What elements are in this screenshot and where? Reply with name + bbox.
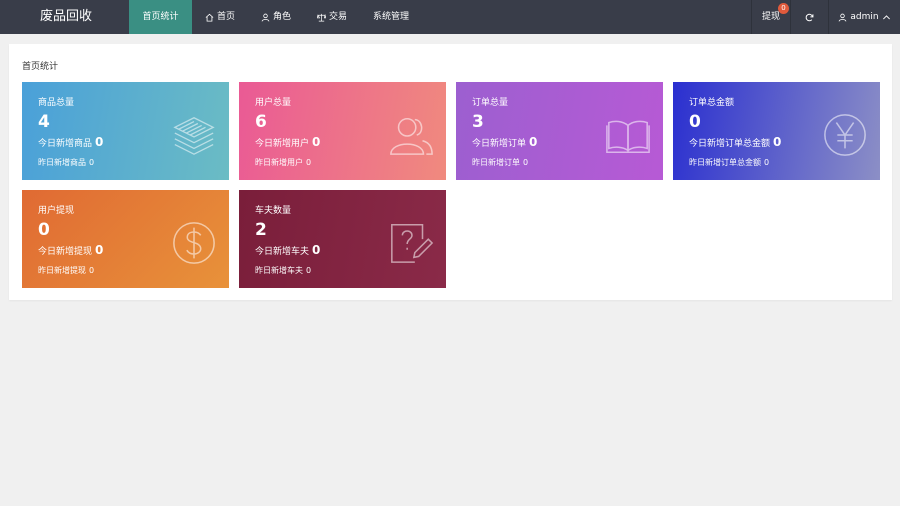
card-yesterday: 昨日新增提现 0 [38,265,94,276]
chevron-up-icon [882,13,891,22]
top-bar: 废品回收 首页统计 首页 角色 交易 系统管理 提现 0 admin [0,0,900,34]
nav-item-roles[interactable]: 角色 [248,0,304,34]
question-edit-icon [388,220,434,266]
card-today-value: 0 [773,135,782,149]
dollar-icon [171,220,217,266]
card-yesterday-label: 昨日新增提现 [38,266,86,275]
nav-item-system[interactable]: 系统管理 [360,0,422,34]
card-today: 今日新增提现 0 [38,243,103,257]
app-brand: 废品回收 [40,9,93,24]
card-value: 4 [38,112,50,132]
home-icon [205,13,214,22]
card-value: 0 [689,112,701,132]
card-today-label: 今日新增提现 [38,247,93,257]
card-yesterday: 昨日新增车夫 0 [255,265,311,276]
card-yesterday: 昨日新增订单总金额 0 [689,157,769,168]
stat-card-users[interactable]: 用户总量 6 今日新增用户 0 昨日新增用户 0 [239,82,446,180]
header-tools: 提现 0 admin [751,0,900,34]
nav-item-trade[interactable]: 交易 [304,0,360,34]
stat-card-orders[interactable]: 订单总量 3 今日新增订单 0 昨日新增订单 0 [456,82,663,180]
card-today-label: 今日新增订单总金额 [689,139,771,149]
nav-item-label: 角色 [273,12,292,22]
card-today-value: 0 [95,135,104,149]
withdraw-badge: 0 [778,3,789,14]
card-yesterday-value: 0 [764,158,770,167]
card-today-label: 今日新增商品 [38,139,93,149]
card-yesterday: 昨日新增订单 0 [472,157,528,168]
refresh-button[interactable] [790,0,828,34]
users-icon [388,112,434,158]
user-icon [838,13,847,22]
card-title: 订单总量 [472,98,509,108]
user-menu[interactable]: admin [828,0,900,34]
card-title: 订单总金额 [689,98,735,108]
stats-panel: 首页统计 商品总量 4 今日新增商品 0 昨日新增商品 0 用户总量 6 今日新增用… [9,44,892,300]
card-title: 车夫数量 [255,206,292,216]
book-icon [605,112,651,158]
card-yesterday: 昨日新增商品 0 [38,157,94,168]
card-today: 今日新增车夫 0 [255,243,320,257]
card-today: 今日新增订单总金额 0 [689,135,781,149]
nav-item-dashboard[interactable]: 首页统计 [129,0,192,34]
withdraw-label: 提现 [761,12,780,22]
card-yesterday-label: 昨日新增商品 [38,158,86,167]
user-name: admin [850,12,879,22]
nav-item-label: 系统管理 [373,12,410,22]
stat-card-goods[interactable]: 商品总量 4 今日新增商品 0 昨日新增商品 0 [22,82,229,180]
nav-item-label: 首页统计 [142,12,179,22]
card-today: 今日新增用户 0 [255,135,320,149]
card-title: 商品总量 [38,98,75,108]
card-today-label: 今日新增车夫 [255,247,310,257]
card-today-value: 0 [95,243,104,257]
card-value: 3 [472,112,484,132]
card-title: 用户提现 [38,206,75,216]
stat-card-amount[interactable]: 订单总金额 0 今日新增订单总金额 0 昨日新增订单总金额 0 [673,82,880,180]
main-nav: 首页统计 首页 角色 交易 系统管理 [129,0,422,34]
card-yesterday: 昨日新增用户 0 [255,157,311,168]
stat-card-drivers[interactable]: 车夫数量 2 今日新增车夫 0 昨日新增车夫 0 [239,190,446,288]
card-today-value: 0 [312,243,321,257]
card-value: 6 [255,112,267,132]
withdraw-button[interactable]: 提现 0 [751,0,790,34]
card-today-label: 今日新增订单 [472,139,527,149]
card-title: 用户总量 [255,98,292,108]
card-yesterday-value: 0 [306,158,312,167]
card-today-label: 今日新增用户 [255,139,310,149]
card-yesterday-label: 昨日新增订单 [472,158,520,167]
card-today-value: 0 [529,135,538,149]
card-yesterday-value: 0 [89,266,95,275]
yen-icon [822,112,868,158]
stat-card-withdrawal[interactable]: 用户提现 0 今日新增提现 0 昨日新增提现 0 [22,190,229,288]
card-yesterday-value: 0 [523,158,529,167]
card-yesterday-value: 0 [89,158,95,167]
card-yesterday-label: 昨日新增车夫 [255,266,303,275]
card-yesterday-value: 0 [306,266,312,275]
user-icon [261,13,270,22]
card-value: 2 [255,220,267,240]
scale-icon [317,13,327,22]
nav-item-home[interactable]: 首页 [192,0,248,34]
panel-title: 首页统计 [22,62,59,72]
refresh-icon [805,13,814,22]
card-yesterday-label: 昨日新增用户 [255,158,303,167]
card-today: 今日新增商品 0 [38,135,103,149]
layers-icon [171,112,217,158]
card-today-value: 0 [312,135,321,149]
card-value: 0 [38,220,50,240]
nav-item-label: 交易 [329,12,348,22]
card-today: 今日新增订单 0 [472,135,537,149]
nav-item-label: 首页 [217,12,236,22]
card-yesterday-label: 昨日新增订单总金额 [689,158,761,167]
